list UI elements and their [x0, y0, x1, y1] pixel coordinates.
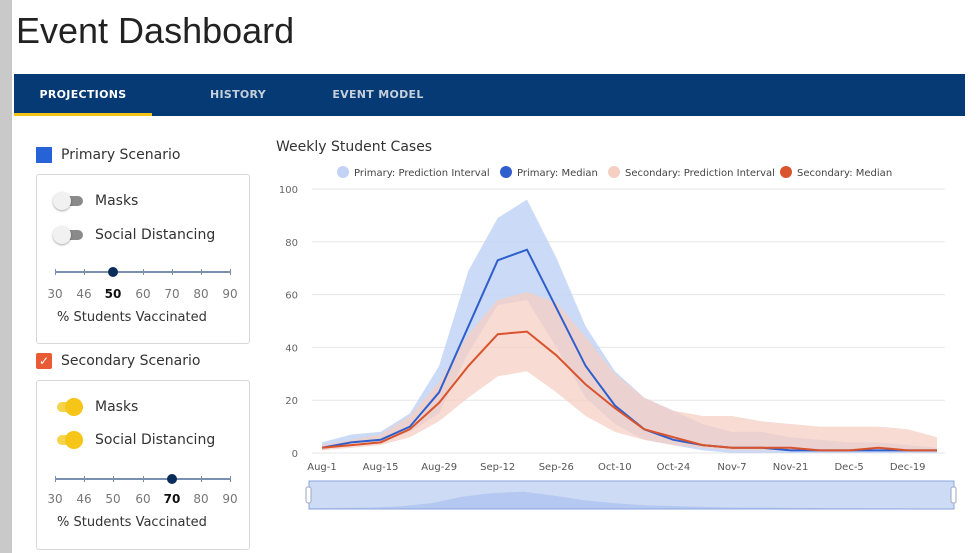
y-tick-label: 60	[285, 291, 298, 302]
secondary-prediction-interval-band	[322, 292, 937, 451]
y-tick-label: 20	[285, 396, 298, 407]
range-navigator-selection	[308, 480, 955, 510]
x-tick-label: Aug-29	[421, 462, 457, 473]
legend-label: Secondary: Median	[797, 168, 892, 179]
y-tick-label: 40	[285, 343, 298, 354]
x-tick-label: Sep-26	[539, 462, 574, 473]
x-tick-label: Aug-1	[307, 462, 337, 473]
legend-marker	[608, 166, 620, 178]
legend-marker	[500, 166, 512, 178]
legend-label: Secondary: Prediction Interval	[625, 168, 775, 179]
y-tick-label: 100	[279, 185, 298, 196]
legend-label: Primary: Prediction Interval	[354, 168, 490, 179]
legend-marker	[337, 166, 349, 178]
y-tick-label: 0	[292, 449, 298, 460]
x-tick-label: Oct-24	[657, 462, 691, 473]
legend-label: Primary: Median	[517, 168, 598, 179]
x-tick-label: Oct-10	[598, 462, 632, 473]
weekly-cases-chart: 0 20 40 60 80 100 Aug-1 Aug-15 Aug-29 Sep-12 Sep-2…	[279, 166, 957, 510]
x-tick-label: Nov-7	[717, 462, 746, 473]
x-tick-label: Dec-19	[890, 462, 926, 473]
x-tick-label: Sep-12	[480, 462, 515, 473]
range-handle-left[interactable]	[305, 486, 312, 504]
y-tick-label: 80	[285, 238, 298, 249]
legend-marker	[780, 166, 792, 178]
range-handle-right[interactable]	[950, 486, 957, 504]
x-tick-label: Nov-21	[773, 462, 809, 473]
x-tick-label: Aug-15	[363, 462, 399, 473]
x-tick-label: Dec-5	[834, 462, 863, 473]
